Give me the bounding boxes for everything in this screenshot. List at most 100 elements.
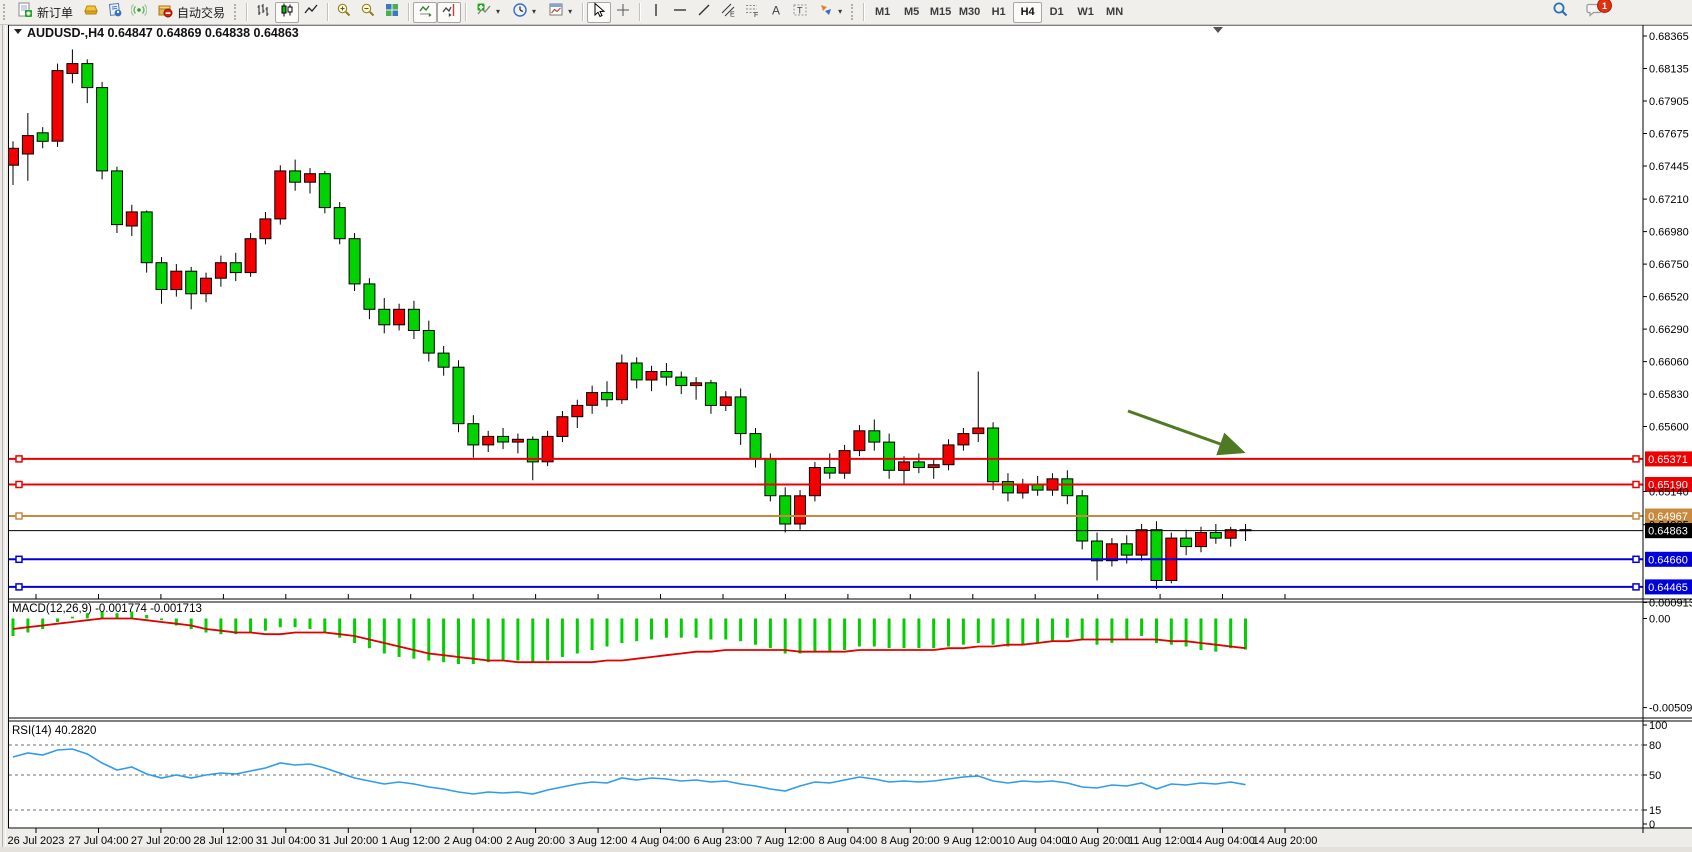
macd-bar bbox=[591, 619, 594, 651]
macd-bar bbox=[828, 619, 831, 652]
line-handle[interactable] bbox=[1633, 513, 1639, 519]
candle bbox=[141, 212, 152, 263]
candle bbox=[349, 239, 360, 284]
candle bbox=[631, 363, 642, 380]
timeframe-button-d1[interactable]: D1 bbox=[1042, 2, 1071, 23]
candle bbox=[453, 367, 464, 424]
templates-button[interactable]: ▾ bbox=[542, 2, 578, 23]
macd-bar bbox=[472, 619, 475, 665]
new-order-button[interactable]: 新订单 bbox=[11, 2, 79, 23]
line-handle[interactable] bbox=[16, 584, 22, 590]
horizontal-line-button[interactable] bbox=[668, 2, 692, 23]
candle bbox=[305, 174, 316, 183]
candle bbox=[780, 496, 791, 524]
candle bbox=[483, 436, 494, 445]
price-tick-label: 0.67905 bbox=[1649, 96, 1689, 108]
tile-windows-button[interactable] bbox=[380, 2, 404, 23]
auto-scroll-button[interactable] bbox=[413, 2, 437, 23]
candle bbox=[809, 468, 820, 496]
candle bbox=[1106, 544, 1117, 561]
zoom-out-button[interactable] bbox=[356, 2, 380, 23]
macd-bar bbox=[71, 617, 74, 619]
candle bbox=[245, 239, 256, 273]
macd-bar bbox=[799, 619, 802, 654]
macd-bar bbox=[561, 619, 564, 658]
text-label-button[interactable]: T bbox=[788, 2, 812, 23]
candle bbox=[1062, 479, 1073, 496]
equidistant-channel-button[interactable]: E bbox=[716, 2, 740, 23]
crosshair-button[interactable] bbox=[611, 2, 635, 23]
notifications-button[interactable]: 1 bbox=[1582, 1, 1606, 22]
line-handle[interactable] bbox=[1633, 556, 1639, 562]
timeframe-button-m5[interactable]: M5 bbox=[897, 2, 926, 23]
zoom-in-button[interactable] bbox=[332, 2, 356, 23]
macd-bar bbox=[650, 619, 653, 640]
text-button[interactable]: A bbox=[764, 2, 788, 23]
fibonacci-button[interactable]: F bbox=[740, 2, 764, 23]
timeframe-button-h4[interactable]: H4 bbox=[1013, 2, 1042, 23]
line-handle[interactable] bbox=[16, 513, 22, 519]
toolbar-separator bbox=[246, 3, 247, 21]
price-tick-label: 0.66980 bbox=[1649, 227, 1689, 239]
candle bbox=[661, 372, 672, 378]
line-handle[interactable] bbox=[1633, 584, 1639, 590]
auto-trading-label: 自动交易 bbox=[177, 4, 225, 21]
bar-chart-button[interactable] bbox=[251, 2, 275, 23]
line-chart-button[interactable] bbox=[299, 2, 323, 23]
chart-shift-button[interactable] bbox=[437, 2, 461, 23]
toolbar-separator bbox=[582, 3, 583, 21]
candle bbox=[290, 171, 301, 182]
timeframe-button-h1[interactable]: H1 bbox=[984, 2, 1013, 23]
time-axis-label: 27 Jul 04:00 bbox=[69, 835, 129, 847]
clock-icon bbox=[512, 2, 528, 23]
macd-bar bbox=[487, 619, 490, 663]
candle bbox=[720, 397, 731, 406]
candle bbox=[1210, 533, 1221, 539]
macd-bar bbox=[576, 619, 579, 654]
line-handle[interactable] bbox=[16, 556, 22, 562]
macd-label: MACD(12,26,9) -0.001774 -0.001713 bbox=[12, 603, 202, 615]
timeframe-button-w1[interactable]: W1 bbox=[1071, 2, 1100, 23]
macd-bar bbox=[992, 619, 995, 645]
chart-canvas[interactable]: 0.653710.651900.649670.646600.644650.648… bbox=[0, 0, 1692, 852]
arrows-button[interactable]: ▾ bbox=[812, 2, 848, 23]
price-tick-label: 0.67675 bbox=[1649, 129, 1689, 141]
signal-button[interactable] bbox=[127, 2, 151, 23]
timeframe-button-m1[interactable]: M1 bbox=[868, 2, 897, 23]
macd-tick-label: 0.00 bbox=[1649, 614, 1670, 626]
timeframe-button-m30[interactable]: M30 bbox=[955, 2, 984, 23]
line-handle[interactable] bbox=[1633, 456, 1639, 462]
auto-trading-button[interactable]: 自动交易 bbox=[151, 2, 231, 23]
line-handle[interactable] bbox=[16, 456, 22, 462]
indicators-button[interactable]: ▾ bbox=[470, 2, 506, 23]
candle bbox=[913, 462, 924, 468]
toolbar-grip[interactable] bbox=[3, 4, 8, 20]
candle bbox=[602, 393, 613, 400]
macd-bar bbox=[294, 619, 297, 628]
macd-bar bbox=[932, 619, 935, 649]
macd-bar bbox=[309, 619, 312, 630]
macd-bar bbox=[56, 619, 59, 623]
toolbar-grip[interactable] bbox=[234, 4, 239, 20]
macd-bar bbox=[279, 619, 282, 628]
candle bbox=[438, 353, 449, 367]
toolbar-grip[interactable] bbox=[851, 4, 856, 20]
gold-ingot-button[interactable] bbox=[79, 2, 103, 23]
time-axis-label: 28 Jul 12:00 bbox=[193, 835, 253, 847]
new-order-icon bbox=[17, 2, 33, 23]
symbol-quote-line: AUDUSD-,H4 0.64847 0.64869 0.64838 0.648… bbox=[27, 26, 299, 40]
periods-button[interactable]: ▾ bbox=[506, 2, 542, 23]
cursor-button[interactable] bbox=[587, 2, 611, 23]
timeframe-button-mn[interactable]: MN bbox=[1100, 2, 1129, 23]
auto-scroll-icon bbox=[417, 2, 433, 23]
trendline-button[interactable] bbox=[692, 2, 716, 23]
candlestick-chart-button[interactable] bbox=[275, 2, 299, 23]
candle bbox=[899, 462, 910, 471]
timeframe-button-m15[interactable]: M15 bbox=[926, 2, 955, 23]
vertical-line-button[interactable] bbox=[644, 2, 668, 23]
time-axis-label: 14 Aug 04:00 bbox=[1190, 835, 1255, 847]
search-button[interactable] bbox=[1548, 1, 1572, 22]
line-handle[interactable] bbox=[1633, 482, 1639, 488]
line-handle[interactable] bbox=[16, 482, 22, 488]
news-button[interactable] bbox=[103, 2, 127, 23]
